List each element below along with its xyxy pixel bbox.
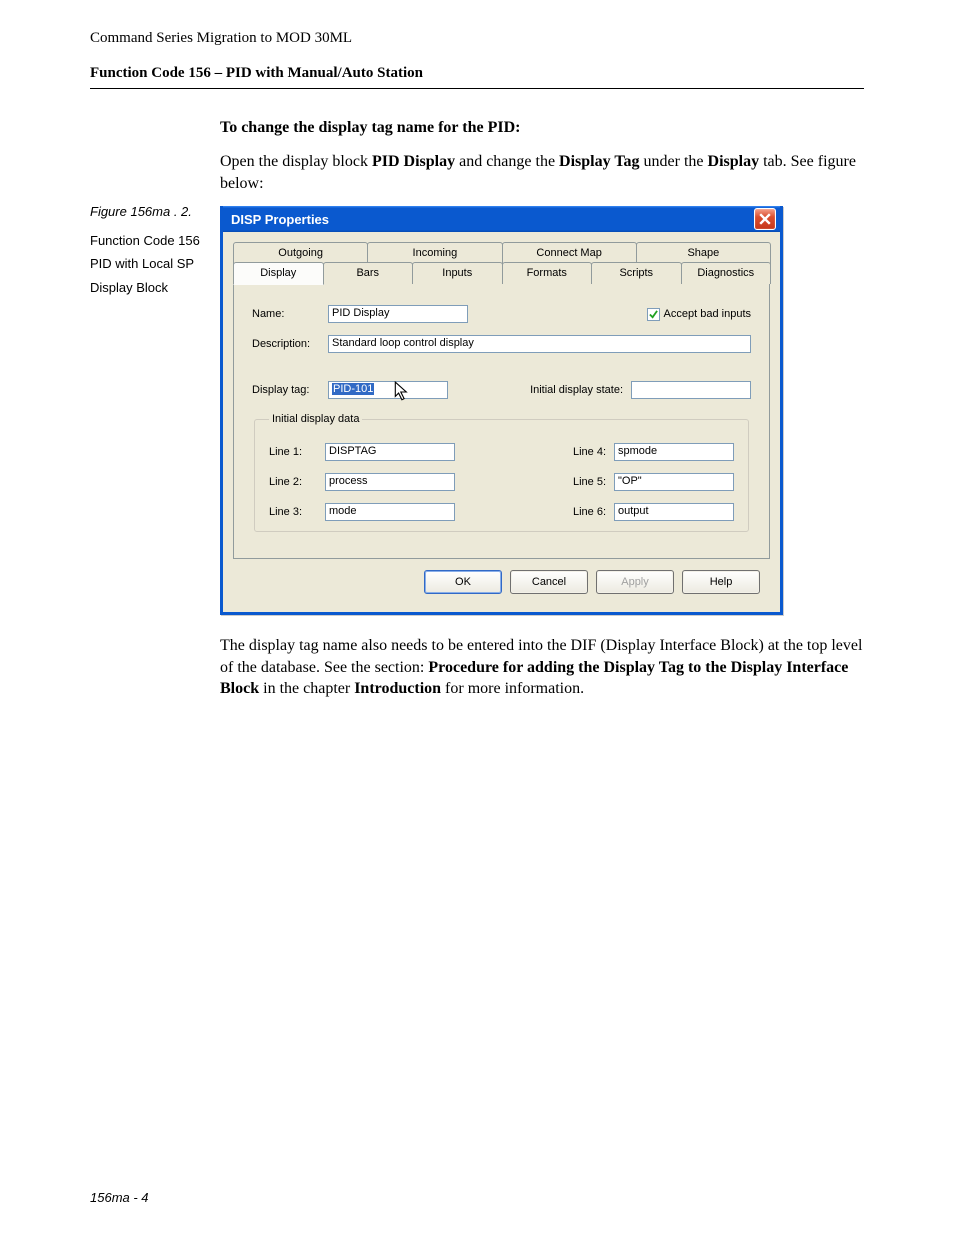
tab-inputs[interactable]: Inputs: [412, 262, 503, 284]
button-row: OK Cancel Apply Help: [233, 560, 770, 604]
selected-text: PID-101: [332, 383, 374, 395]
text: and change the: [455, 153, 559, 170]
fieldset-legend: Initial display data: [269, 413, 362, 425]
checkbox-box: [647, 308, 660, 321]
text-bold: PID Display: [372, 153, 455, 170]
text: in the chapter: [259, 680, 354, 697]
line4-label: Line 4:: [564, 446, 614, 458]
apply-button[interactable]: Apply: [596, 570, 674, 594]
description-label: Description:: [252, 338, 328, 350]
close-button[interactable]: [754, 208, 776, 230]
check-icon: [649, 310, 658, 319]
instruction-heading: To change the display tag name for the P…: [220, 119, 864, 137]
checkbox-label: Accept bad inputs: [664, 308, 751, 320]
description-input[interactable]: Standard loop control display: [328, 335, 751, 353]
tab-diagnostics[interactable]: Diagnostics: [681, 262, 772, 284]
page-header: Command Series Migration to MOD 30ML: [90, 30, 864, 47]
section-heading: Function Code 156 – PID with Manual/Auto…: [90, 65, 864, 82]
sidebar-line: Display Block: [90, 280, 220, 296]
outro-paragraph: The display tag name also needs to be en…: [220, 635, 864, 700]
tab-display[interactable]: Display: [233, 262, 324, 285]
figure-sidebar: Figure 156ma . 2. Function Code 156 PID …: [90, 204, 220, 304]
initial-display-state-input[interactable]: [631, 381, 751, 399]
tab-page-display: Name: PID Display Accept bad inputs Desc…: [233, 283, 770, 559]
ok-button[interactable]: OK: [424, 570, 502, 594]
line5-input[interactable]: "OP": [614, 473, 734, 491]
close-icon: [759, 213, 771, 225]
line4-input[interactable]: spmode: [614, 443, 734, 461]
text: under the: [640, 153, 708, 170]
text-bold: Display Tag: [559, 153, 639, 170]
name-input[interactable]: PID Display: [328, 305, 468, 323]
display-tag-label: Display tag:: [252, 384, 328, 396]
disp-properties-dialog: DISP Properties Outgoing Incoming Connec…: [220, 206, 783, 615]
line6-input[interactable]: output: [614, 503, 734, 521]
line6-label: Line 6:: [564, 506, 614, 518]
line3-label: Line 3:: [269, 506, 325, 518]
sidebar-line: Function Code 156: [90, 233, 220, 249]
line2-input[interactable]: process: [325, 473, 455, 491]
initial-display-state-label: Initial display state:: [530, 384, 623, 396]
text: for more information.: [441, 680, 584, 697]
titlebar[interactable]: DISP Properties: [223, 206, 780, 232]
rule: [90, 88, 864, 89]
tab-bars[interactable]: Bars: [323, 262, 414, 284]
figure-number: Figure 156ma . 2.: [90, 204, 220, 221]
line5-label: Line 5:: [564, 476, 614, 488]
help-button[interactable]: Help: [682, 570, 760, 594]
sidebar-line: PID with Local SP: [90, 256, 220, 272]
instruction-paragraph: Open the display block PID Display and c…: [220, 151, 864, 194]
text: Open the display block: [220, 153, 372, 170]
page-footer: 156ma - 4: [90, 1190, 149, 1205]
name-label: Name:: [252, 308, 328, 320]
tab-scripts[interactable]: Scripts: [591, 262, 682, 284]
cancel-button[interactable]: Cancel: [510, 570, 588, 594]
line2-label: Line 2:: [269, 476, 325, 488]
display-tag-input[interactable]: PID-101: [328, 381, 448, 399]
accept-bad-inputs-checkbox[interactable]: Accept bad inputs: [647, 308, 751, 321]
line1-input[interactable]: DISPTAG: [325, 443, 455, 461]
initial-display-data-group: Initial display data Line 1: DISPTAG Lin…: [254, 413, 749, 532]
tab-formats[interactable]: Formats: [502, 262, 593, 284]
text-bold: Introduction: [354, 680, 441, 697]
text-bold: Display: [708, 153, 760, 170]
tab-strip: Outgoing Incoming Connect Map Shape Disp…: [233, 242, 770, 284]
line3-input[interactable]: mode: [325, 503, 455, 521]
dialog-title: DISP Properties: [231, 212, 329, 227]
line1-label: Line 1:: [269, 446, 325, 458]
